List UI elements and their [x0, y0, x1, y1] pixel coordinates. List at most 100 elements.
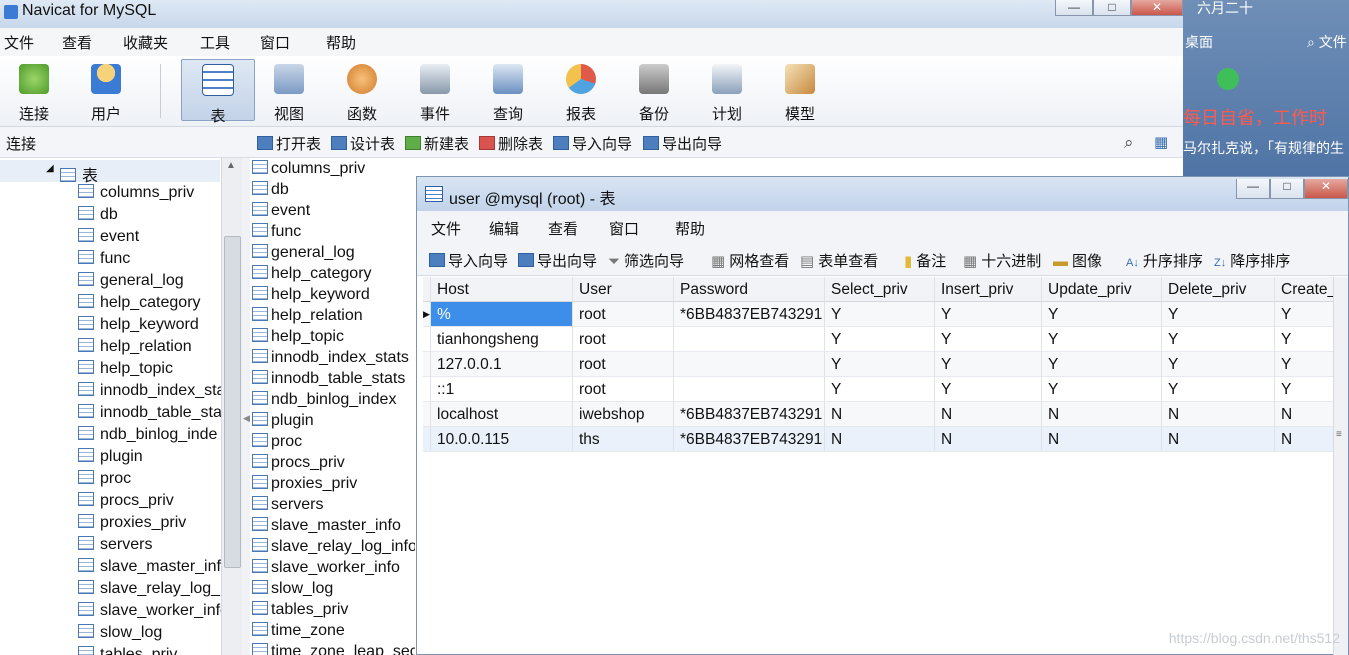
table-cell[interactable]: N	[1162, 402, 1275, 427]
list-item[interactable]: innodb_index_stats	[252, 349, 409, 370]
tree-scroll-thumb[interactable]	[224, 236, 241, 568]
tree-item[interactable]: ndb_binlog_inde	[78, 426, 217, 448]
export-wizard-button[interactable]: 导出向导	[643, 133, 722, 154]
menu-file[interactable]: 文件	[4, 32, 34, 53]
toolbar-event-button[interactable]: 事件	[406, 60, 464, 123]
list-item[interactable]: help_category	[252, 265, 372, 286]
sub-menu-edit[interactable]: 编辑	[489, 218, 519, 239]
table-cell[interactable]: tianhongsheng	[431, 327, 573, 352]
list-item[interactable]: tables_priv	[252, 601, 348, 622]
list-item[interactable]: innodb_table_stats	[252, 370, 405, 391]
list-item[interactable]: db	[252, 181, 289, 202]
column-header[interactable]: Select_priv	[825, 277, 935, 302]
table-cell[interactable]: 127.0.0.1	[431, 352, 573, 377]
sort-desc-button[interactable]: Z↓ 降序排序	[1214, 250, 1290, 271]
image-button[interactable]: ▬ 图像	[1053, 250, 1102, 271]
sort-asc-button[interactable]: A↓ 升序排序	[1126, 250, 1203, 271]
list-item[interactable]: servers	[252, 496, 323, 517]
toolbar-query-button[interactable]: 查询	[479, 60, 537, 123]
tree-item[interactable]: servers	[78, 536, 152, 558]
toolbar-model-button[interactable]: 模型	[771, 60, 829, 123]
table-cell[interactable]: Y	[935, 377, 1042, 402]
tree-item[interactable]: innodb_table_sta	[78, 404, 222, 426]
list-item[interactable]: help_topic	[252, 328, 344, 349]
list-item[interactable]: slave_master_info	[252, 517, 401, 538]
tree-item[interactable]: db	[78, 206, 118, 228]
table-cell[interactable]: N	[1042, 402, 1162, 427]
minimize-button[interactable]: —	[1055, 0, 1093, 16]
table-cell[interactable]: N	[1042, 427, 1162, 452]
table-cell[interactable]: N	[935, 402, 1042, 427]
sub-import-wizard-button[interactable]: 导入向导	[429, 250, 508, 271]
list-item[interactable]: slave_relay_log_info	[252, 538, 415, 559]
table-cell[interactable]: Y	[1162, 302, 1275, 327]
sub-maximize-button[interactable]: □	[1270, 179, 1304, 199]
tree-item[interactable]: help_category	[78, 294, 201, 316]
design-table-button[interactable]: 设计表	[331, 133, 395, 154]
table-cell[interactable]: Y	[1042, 377, 1162, 402]
table-cell[interactable]: root	[573, 377, 674, 402]
list-item[interactable]: help_keyword	[252, 286, 370, 307]
tree-scrollbar[interactable]: ▲	[221, 158, 242, 655]
table-cell[interactable]: Y	[935, 327, 1042, 352]
sub-export-wizard-button[interactable]: 导出向导	[518, 250, 597, 271]
table-cell[interactable]: ths	[573, 427, 674, 452]
table-cell[interactable]: 10.0.0.115	[431, 427, 573, 452]
table-cell[interactable]: *6BB4837EB743291	[674, 302, 825, 327]
grid-view-icon[interactable]: ▦	[1154, 133, 1168, 151]
new-table-button[interactable]: 新建表	[405, 133, 469, 154]
table-cell[interactable]: Y	[1162, 377, 1275, 402]
grid-scrollbar[interactable]: ≡	[1333, 277, 1348, 655]
sub-menu-help[interactable]: 帮助	[675, 218, 705, 239]
menu-favorites[interactable]: 收藏夹	[123, 32, 168, 53]
table-cell[interactable]: N	[825, 427, 935, 452]
table-row[interactable]: 127.0.0.1 root Y Y Y Y Y	[423, 352, 1346, 377]
table-cell[interactable]: localhost	[431, 402, 573, 427]
tree-item[interactable]: help_keyword	[78, 316, 199, 338]
close-button[interactable]: ✕	[1131, 0, 1183, 16]
list-item[interactable]: slave_worker_info	[252, 559, 400, 580]
list-item[interactable]: proxies_priv	[252, 475, 357, 496]
column-header[interactable]: User	[573, 277, 674, 302]
filter-wizard-button[interactable]: ⏷ 筛选向导	[608, 250, 684, 271]
list-item[interactable]: time_zone_leap_sec	[252, 643, 415, 655]
search-icon[interactable]: ⌕	[1124, 133, 1134, 153]
tree-item[interactable]: help_topic	[78, 360, 173, 382]
list-item[interactable]: help_relation	[252, 307, 363, 328]
table-cell[interactable]: *6BB4837EB743291	[674, 427, 825, 452]
tree-item[interactable]: slave_worker_info	[78, 602, 229, 624]
open-table-button[interactable]: 打开表	[257, 133, 321, 154]
toolbar-user-button[interactable]: 用户	[77, 60, 135, 123]
list-item[interactable]: time_zone	[252, 622, 345, 643]
menu-help[interactable]: 帮助	[326, 32, 356, 53]
tree-item[interactable]: proc	[78, 470, 131, 492]
toolbar-backup-button[interactable]: 备份	[625, 60, 683, 123]
table-cell[interactable]	[674, 327, 825, 352]
table-cell[interactable]: Y	[1042, 327, 1162, 352]
table-cell[interactable]	[674, 377, 825, 402]
column-header[interactable]: Host	[431, 277, 573, 302]
tree-item[interactable]: innodb_index_sta	[78, 382, 225, 404]
table-cell[interactable]: Y	[825, 302, 935, 327]
column-header[interactable]: Password	[674, 277, 825, 302]
table-cell[interactable]	[674, 352, 825, 377]
tree-item[interactable]: slave_relay_log_i	[78, 580, 224, 602]
sub-minimize-button[interactable]: —	[1236, 179, 1270, 199]
list-item[interactable]: columns_priv	[252, 160, 365, 181]
grid-view-button[interactable]: ▦ 网格查看	[711, 250, 789, 271]
menu-window[interactable]: 窗口	[260, 32, 290, 53]
delete-table-button[interactable]: 删除表	[479, 133, 543, 154]
tree-item[interactable]: procs_priv	[78, 492, 174, 514]
table-row[interactable]: tianhongsheng root Y Y Y Y Y	[423, 327, 1346, 352]
list-item[interactable]: proc	[252, 433, 302, 454]
sub-close-button[interactable]: ✕	[1304, 179, 1348, 199]
list-item[interactable]: func	[252, 223, 301, 244]
tree-item[interactable]: plugin	[78, 448, 143, 470]
table-row[interactable]: ::1 root Y Y Y Y Y	[423, 377, 1346, 402]
tree-item[interactable]: tables_priv	[78, 646, 177, 655]
collapse-arrow-icon[interactable]: ◢	[46, 163, 54, 174]
column-header[interactable]: Insert_priv	[935, 277, 1042, 302]
table-cell[interactable]: Y	[935, 302, 1042, 327]
menu-view[interactable]: 查看	[62, 32, 92, 53]
table-cell[interactable]: root	[573, 352, 674, 377]
